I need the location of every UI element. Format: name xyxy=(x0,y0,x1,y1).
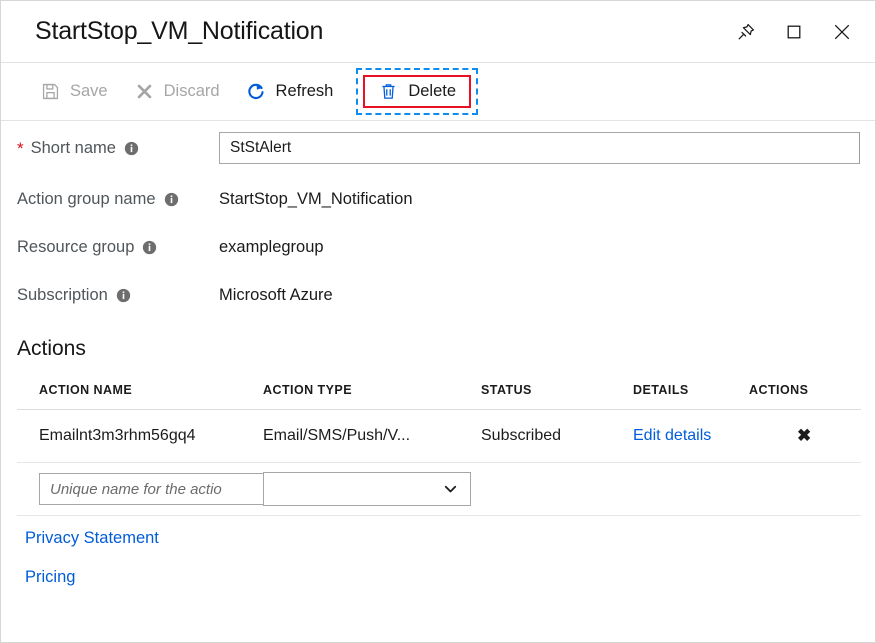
new-action-name-input[interactable] xyxy=(39,473,263,505)
info-icon[interactable] xyxy=(164,192,179,207)
info-icon[interactable] xyxy=(124,141,139,156)
pin-icon[interactable] xyxy=(733,19,759,45)
save-icon xyxy=(40,81,61,102)
save-button[interactable]: Save xyxy=(27,75,121,108)
field-row-short-name: * Short name xyxy=(17,121,861,175)
command-toolbar: Save Discard Refresh xyxy=(1,63,875,121)
delete-label: Delete xyxy=(408,82,456,101)
new-action-type-select[interactable] xyxy=(263,472,471,506)
resource-group-label-text: Resource group xyxy=(17,238,134,257)
field-row-subscription: Subscription Microsoft Azure xyxy=(17,271,861,319)
blade-header: StartStop_VM_Notification xyxy=(1,1,875,63)
refresh-label: Refresh xyxy=(276,82,334,101)
column-header-details: DETAILS xyxy=(633,383,749,410)
chevron-down-icon xyxy=(442,481,459,498)
actions-section-title: Actions xyxy=(17,337,861,361)
field-row-action-group-name: Action group name StartStop_VM_Notificat… xyxy=(17,175,861,223)
actions-table-head: ACTION NAME ACTION TYPE STATUS DETAILS A… xyxy=(17,383,861,410)
column-header-status: STATUS xyxy=(481,383,633,410)
refresh-icon xyxy=(246,81,267,102)
delete-button-focus-ring: Delete xyxy=(356,68,478,115)
cell-action-name: Emailnt3m3rhm56gq4 xyxy=(17,410,263,463)
subscription-label: Subscription xyxy=(17,286,219,305)
short-name-label-text: Short name xyxy=(31,139,116,158)
table-header-row: ACTION NAME ACTION TYPE STATUS DETAILS A… xyxy=(17,383,861,410)
trash-icon xyxy=(378,81,399,102)
discard-button[interactable]: Discard xyxy=(121,75,233,108)
required-asterisk: * xyxy=(17,140,24,157)
subscription-value: Microsoft Azure xyxy=(219,286,333,305)
cell-actions: ✖ xyxy=(749,410,861,463)
cell-new-action-type xyxy=(263,463,861,516)
cell-details: Edit details xyxy=(633,410,749,463)
privacy-statement-link[interactable]: Privacy Statement xyxy=(25,529,159,548)
info-icon[interactable] xyxy=(142,240,157,255)
action-group-name-label: Action group name xyxy=(17,190,219,209)
action-group-name-label-text: Action group name xyxy=(17,190,156,209)
footer-links: Privacy Statement Pricing xyxy=(17,516,861,587)
cell-status: Subscribed xyxy=(481,410,633,463)
delete-button[interactable]: Delete xyxy=(363,75,471,108)
pricing-link[interactable]: Pricing xyxy=(25,568,75,587)
save-label: Save xyxy=(70,82,108,101)
remove-action-button[interactable]: ✖ xyxy=(749,426,811,446)
blade-content: * Short name Action group name xyxy=(1,121,875,587)
column-header-action-type: ACTION TYPE xyxy=(263,383,481,410)
actions-table-body: Emailnt3m3rhm56gq4 Email/SMS/Push/V... S… xyxy=(17,410,861,516)
close-icon[interactable] xyxy=(829,19,855,45)
column-header-action-name: ACTION NAME xyxy=(17,383,263,410)
column-header-actions: ACTIONS xyxy=(749,383,861,410)
edit-details-link[interactable]: Edit details xyxy=(633,427,711,444)
window-controls xyxy=(733,19,855,45)
field-row-resource-group: Resource group examplegroup xyxy=(17,223,861,271)
maximize-icon[interactable] xyxy=(781,19,807,45)
actions-table: ACTION NAME ACTION TYPE STATUS DETAILS A… xyxy=(17,383,861,516)
resource-group-label: Resource group xyxy=(17,238,219,257)
resource-group-value: examplegroup xyxy=(219,238,324,257)
refresh-button[interactable]: Refresh xyxy=(233,75,347,108)
table-row: Emailnt3m3rhm56gq4 Email/SMS/Push/V... S… xyxy=(17,410,861,463)
discard-x-icon xyxy=(134,81,155,102)
new-action-entry-row xyxy=(17,463,861,516)
short-name-label: * Short name xyxy=(17,139,219,158)
action-group-name-value: StartStop_VM_Notification xyxy=(219,190,413,209)
short-name-input[interactable] xyxy=(219,132,860,164)
discard-label: Discard xyxy=(164,82,220,101)
cell-new-action-name xyxy=(17,463,263,516)
page-title: StartStop_VM_Notification xyxy=(35,17,323,46)
info-icon[interactable] xyxy=(116,288,131,303)
subscription-label-text: Subscription xyxy=(17,286,108,305)
cell-action-type: Email/SMS/Push/V... xyxy=(263,410,481,463)
